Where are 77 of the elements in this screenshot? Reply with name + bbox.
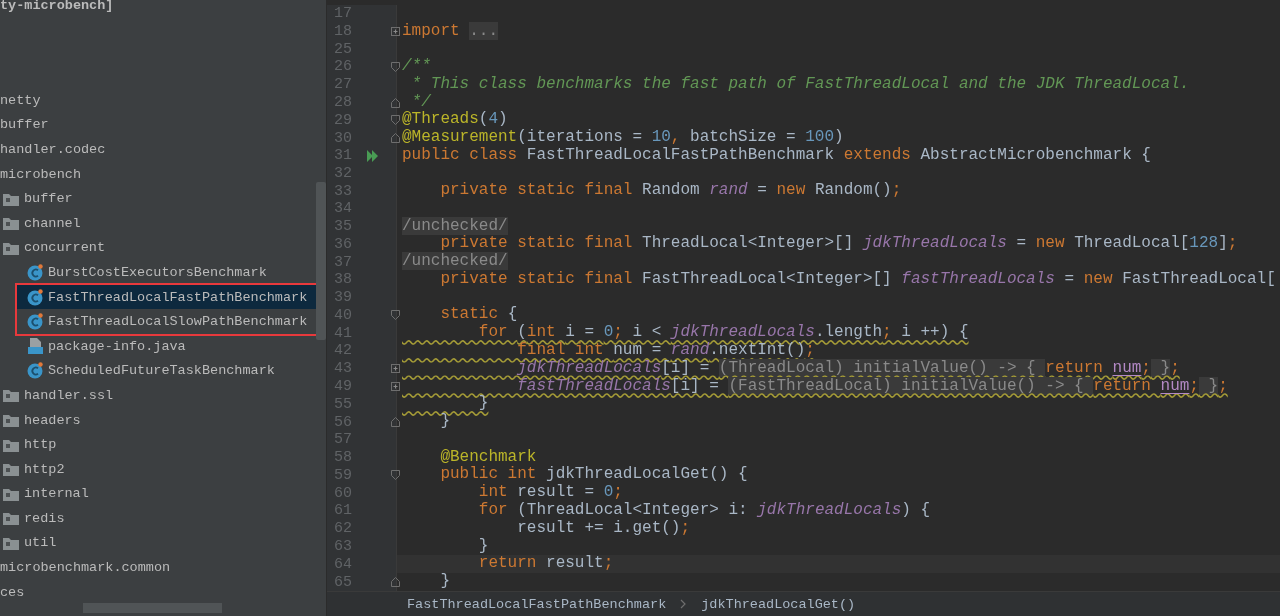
fold-icon[interactable]: [390, 309, 401, 322]
tree-item[interactable]: ces: [0, 579, 316, 605]
code-line: @Threads(4): [402, 111, 508, 129]
folder-icon: [3, 536, 19, 550]
tree-item[interactable]: netty: [0, 88, 316, 113]
code-line: for (ThreadLocal<Integer> i: jdkThreadLocals) {: [477, 502, 931, 520]
tree-item[interactable]: util: [0, 530, 316, 556]
breadcrumb-item[interactable]: jdkThreadLocalGet(): [701, 596, 856, 612]
tree-item[interactable]: redis: [0, 506, 316, 531]
folder-icon: [3, 462, 19, 477]
code-line: }: [439, 573, 450, 591]
tree-item[interactable]: buffer: [0, 112, 316, 138]
code-line: import ...: [402, 22, 499, 41]
tree-item[interactable]: microbench: [0, 161, 316, 187]
fold-icon[interactable]: [390, 469, 401, 482]
project-title: ty-microbench]: [0, 0, 115, 12]
fold-icon[interactable]: [390, 132, 401, 145]
tree-item[interactable]: headers: [0, 407, 316, 433]
code-line: private static final ThreadLocal<Integer>[] jdkThreadLocals = new ThreadLocal[128];: [439, 235, 1238, 253]
java-file-icon: [27, 338, 43, 355]
tree-item[interactable]: handler.codec: [0, 137, 316, 162]
code-line: @Measurement(iterations = 10, batchSize = 100): [402, 129, 844, 147]
code-line: int result = 0;: [477, 484, 623, 502]
folder-icon: [3, 388, 19, 403]
tree-item[interactable]: handler.ssl: [0, 383, 316, 408]
fold-icon[interactable]: [390, 96, 401, 109]
class-icon: [27, 288, 43, 306]
tree-item[interactable]: FastThreadLocalFastPathBenchmark: [17, 284, 319, 310]
tree-item[interactable]: http2: [0, 456, 316, 482]
code-line: for (int i = 0; i < jdkThreadLocals.length; i ++) {: [477, 324, 969, 342]
tree-item[interactable]: http: [0, 432, 316, 457]
code-line: */: [410, 93, 431, 111]
tree-item[interactable]: BurstCostExecutorsBenchmark: [0, 260, 316, 285]
tree-item[interactable]: microbenchmark.common: [0, 555, 316, 580]
fold-icon[interactable]: [390, 362, 401, 375]
folder-icon: [3, 413, 19, 427]
tree-item[interactable]: channel: [0, 210, 316, 236]
run-icon[interactable]: [367, 149, 378, 162]
tree-item[interactable]: ScheduledFutureTaskBenchmark: [0, 358, 316, 384]
breadcrumb-item[interactable]: FastThreadLocalFastPathBenchmark: [407, 596, 667, 612]
code-line: private static final FastThreadLocal<Integer>[] fastThreadLocals = new FastThreadLocal[: [439, 271, 1276, 289]
class-icon: [27, 362, 43, 380]
class-icon: [27, 263, 43, 281]
folder-icon: [3, 511, 19, 526]
code-line: public int jdkThreadLocalGet() {: [439, 466, 748, 484]
code-line: @Benchmark: [439, 448, 537, 466]
chevron-icon: [680, 599, 688, 609]
fold-icon[interactable]: [390, 380, 401, 393]
code-line: jdkThreadLocals[i] = (ThreadLocal) initialValue() -> { return num; };: [516, 359, 1180, 378]
class-icon: [27, 313, 43, 331]
code-line: * This class benchmarks the fast path of FastThreadLocal and the JDK ThreadLocal.: [410, 75, 1190, 94]
code-line: result += i.get();: [516, 519, 691, 538]
fold-icon[interactable]: [390, 60, 401, 73]
folder-icon: [3, 191, 19, 206]
tree-item[interactable]: internal: [0, 481, 316, 507]
code-line: final int num = rand.nextInt();: [516, 342, 815, 360]
tree-item[interactable]: concurrent: [0, 235, 316, 261]
fold-icon[interactable]: [390, 416, 401, 429]
code-line: }: [477, 537, 489, 556]
code-line: public class FastThreadLocalFastPathBenchmark extends AbstractMicrobenchmark {: [402, 146, 1151, 165]
code-line: return result;: [477, 555, 614, 574]
folder-icon: [3, 437, 19, 452]
tree-item[interactable]: package-info.java: [0, 333, 316, 359]
folder-icon: [3, 486, 19, 501]
code-line: }: [477, 395, 489, 414]
fold-icon[interactable]: [390, 114, 401, 127]
fold-icon[interactable]: [390, 576, 401, 589]
scrollbar-thumb[interactable]: [316, 182, 326, 340]
fold-icon[interactable]: [390, 25, 401, 38]
folder-icon: [3, 240, 19, 255]
tree-item[interactable]: FastThreadLocalSlowPathBenchmark: [17, 309, 319, 334]
code-line: }: [439, 413, 450, 432]
code-line: private static final Random rand = new Random();: [439, 182, 902, 201]
folder-icon: [3, 216, 19, 231]
tree-item[interactable]: buffer: [0, 186, 316, 211]
code-line: static {: [439, 306, 518, 324]
code-line: /**: [402, 57, 431, 76]
